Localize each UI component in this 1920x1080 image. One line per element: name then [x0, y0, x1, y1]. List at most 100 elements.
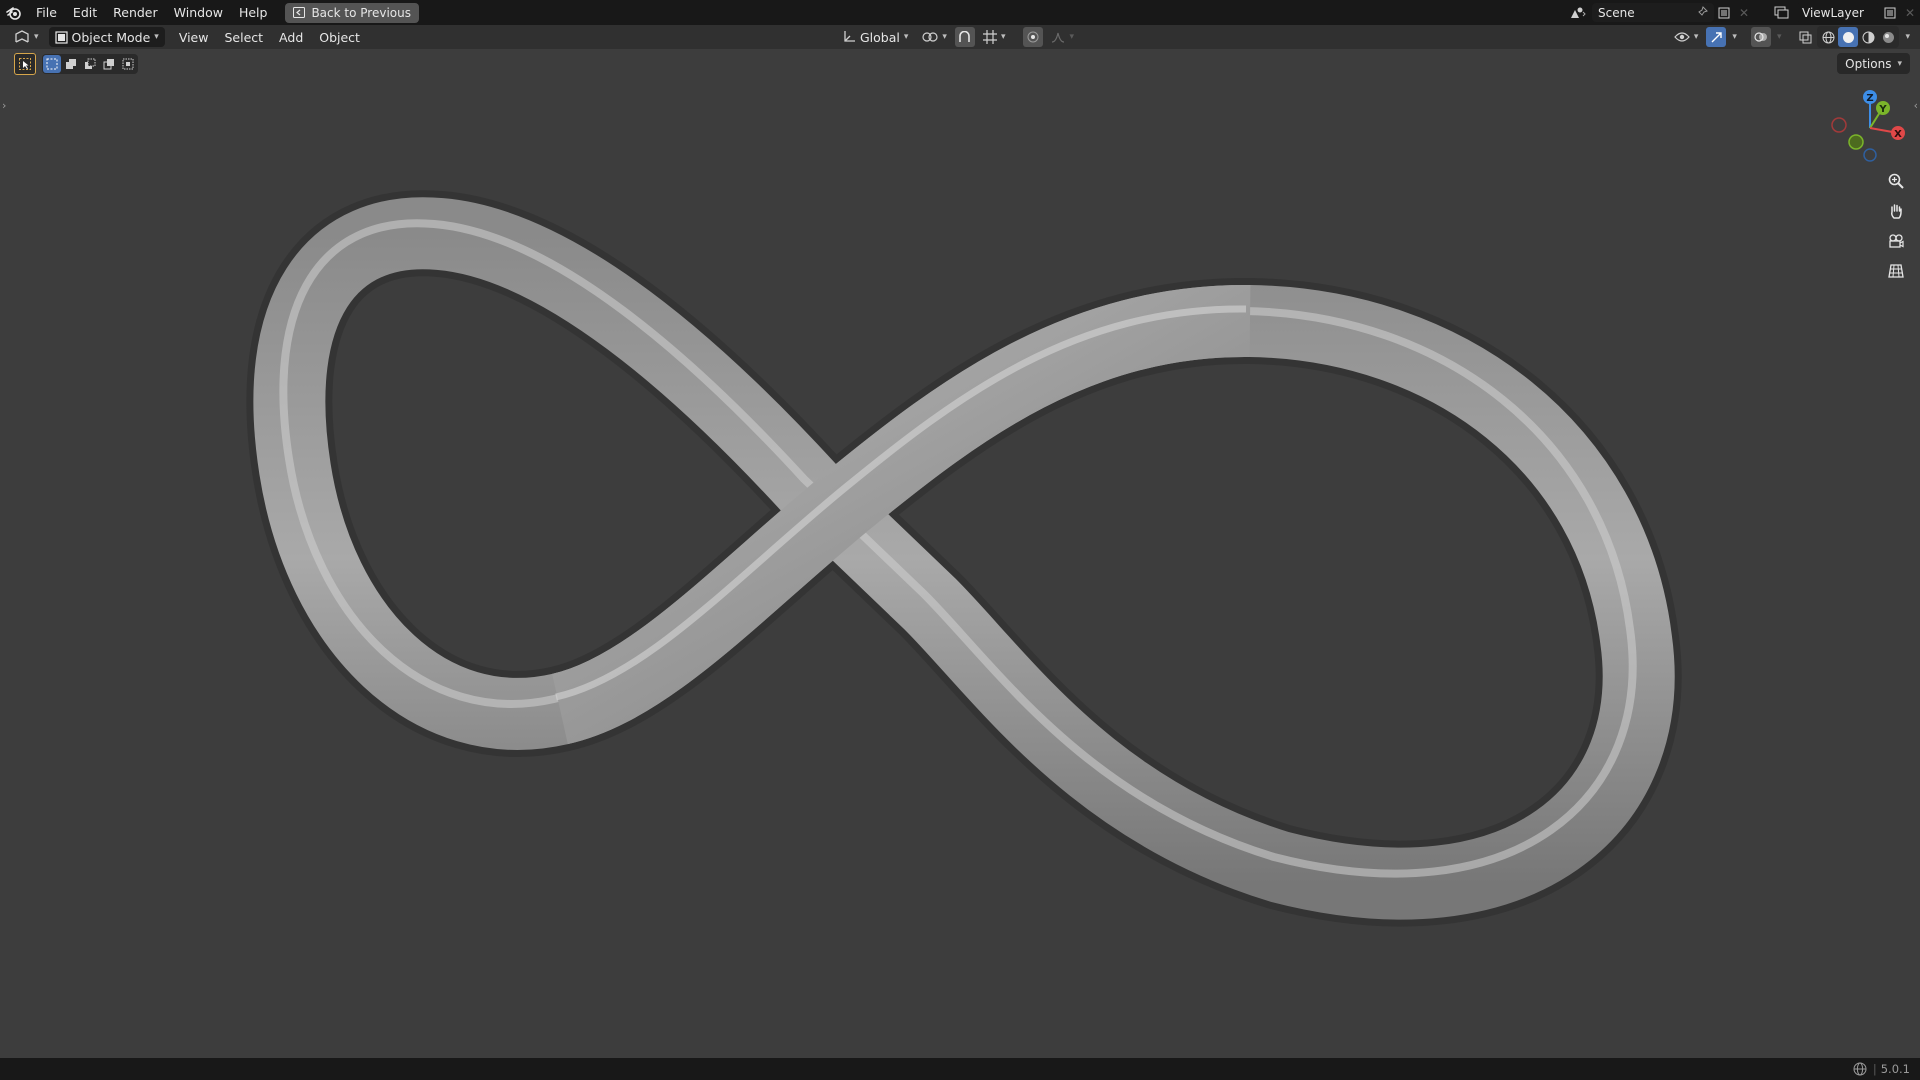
- tool-settings-row: [14, 52, 138, 76]
- select-extend-icon: [66, 59, 76, 69]
- snap-toggle[interactable]: [954, 27, 975, 47]
- back-button-label: Back to Previous: [311, 5, 411, 20]
- zoom-icon: [1888, 173, 1904, 189]
- viewport-display-tools: ▾ ▾ ▾ ▾: [1668, 25, 1920, 49]
- chevron-down-icon: ▾: [1000, 32, 1006, 42]
- visibility-dropdown[interactable]: ▾: [1668, 27, 1705, 47]
- object-mode-icon: [54, 30, 68, 44]
- menu-render[interactable]: Render: [105, 2, 166, 24]
- globe-icon[interactable]: [1853, 1062, 1867, 1076]
- pivot-dropdown[interactable]: ▾: [916, 27, 953, 47]
- status-bar: | 5.0.1: [0, 1058, 1920, 1080]
- solid-shading-button[interactable]: [1838, 27, 1859, 47]
- toolbar-expand-arrow[interactable]: ›: [2, 99, 6, 112]
- wireframe-shading-icon: [1822, 31, 1835, 43]
- transform-tools: Global ▾ ▾ ▾ ▾: [836, 25, 1080, 49]
- pan-hand-icon: [1891, 204, 1902, 219]
- transform-orientation-dropdown[interactable]: Global ▾: [836, 27, 914, 47]
- select-intersect-icon: [122, 58, 134, 70]
- editor-type-icon: [15, 30, 29, 43]
- chevron-down-icon: ▾: [1897, 58, 1902, 69]
- gizmo-x-label: X: [1894, 129, 1902, 140]
- select-tool-button[interactable]: [14, 53, 36, 75]
- infinity-loop-mesh[interactable]: [0, 49, 1920, 1058]
- material-shading-button[interactable]: [1858, 27, 1878, 47]
- gizmo-y-label: Y: [1878, 104, 1887, 115]
- back-icon: [293, 7, 306, 18]
- proportional-falloff-dropdown[interactable]: ▾: [1045, 27, 1080, 47]
- rendered-shading-icon: [1882, 31, 1894, 43]
- menu-select[interactable]: Select: [216, 30, 271, 45]
- menu-help[interactable]: Help: [231, 2, 276, 24]
- chevron-down-icon: ▾: [903, 32, 909, 42]
- mode-dropdown[interactable]: Object Mode ▾: [48, 27, 165, 47]
- camera-icon: [1889, 234, 1904, 248]
- scene-icon[interactable]: [1564, 3, 1592, 23]
- new-icon[interactable]: [1880, 3, 1900, 23]
- close-icon[interactable]: ✕: [1734, 3, 1754, 23]
- pin-icon[interactable]: [1697, 5, 1708, 20]
- top-right-controls: Scene ✕ ViewLayer ✕: [1564, 0, 1920, 25]
- back-to-previous-button[interactable]: Back to Previous: [285, 2, 419, 23]
- select-new-icon: [46, 58, 58, 70]
- version-label: 5.0.1: [1880, 1062, 1910, 1076]
- select-intersect-mode[interactable]: [119, 55, 137, 73]
- xray-toggle[interactable]: [1795, 27, 1815, 47]
- select-subtract-mode[interactable]: [81, 55, 99, 73]
- top-bar: File Edit Render Window Help Back to Pre…: [0, 0, 1920, 25]
- menu-edit[interactable]: Edit: [65, 2, 105, 24]
- scene-name: Scene: [1598, 5, 1635, 20]
- pivot-icon: [922, 32, 939, 42]
- chevron-down-icon: ▾: [1069, 32, 1074, 42]
- overlay-toggle[interactable]: [1750, 27, 1771, 47]
- chevron-down-icon: ▾: [1693, 32, 1699, 42]
- blender-logo-icon[interactable]: [0, 0, 28, 25]
- rendered-shading-button[interactable]: [1878, 27, 1898, 47]
- proportional-toggle[interactable]: [1023, 27, 1044, 47]
- snap-target-icon: [982, 30, 997, 44]
- menu-add[interactable]: Add: [271, 30, 311, 45]
- select-invert-icon: [103, 59, 114, 70]
- select-tool-icon: [19, 58, 31, 70]
- chevron-down-icon[interactable]: ▾: [1773, 32, 1786, 42]
- visibility-icon: [1674, 32, 1690, 42]
- chevron-down-icon: ▾: [154, 32, 159, 42]
- ortho-toggle-button[interactable]: [1882, 257, 1910, 285]
- select-new-mode[interactable]: [43, 55, 61, 73]
- menu-file[interactable]: File: [28, 2, 65, 24]
- select-extend-mode[interactable]: [62, 55, 80, 73]
- view-layer-field[interactable]: ViewLayer: [1796, 3, 1880, 22]
- chevron-down-icon: ▾: [942, 32, 947, 42]
- chevron-down-icon[interactable]: ▾: [1901, 32, 1914, 42]
- menu-object[interactable]: Object: [311, 30, 368, 45]
- material-shading-icon: [1862, 31, 1875, 43]
- zoom-button[interactable]: [1882, 167, 1910, 195]
- navigation-gizmo[interactable]: Z Y X: [1830, 88, 1910, 168]
- view-layer-name: ViewLayer: [1802, 5, 1864, 20]
- overlay-icon: [1754, 32, 1767, 42]
- menu-window[interactable]: Window: [166, 2, 231, 24]
- camera-view-button[interactable]: [1882, 227, 1910, 255]
- gizmo-z-label: Z: [1866, 93, 1873, 104]
- pan-button[interactable]: [1882, 197, 1910, 225]
- chevron-down-icon[interactable]: ▾: [1728, 32, 1741, 42]
- shading-mode-group: [1817, 26, 1900, 48]
- gizmo-icon: [1711, 31, 1722, 42]
- selection-mode-group: [42, 54, 138, 74]
- scene-name-field[interactable]: Scene: [1592, 3, 1714, 22]
- editor-type-dropdown[interactable]: ▾: [8, 27, 45, 47]
- mode-label: Object Mode: [71, 29, 151, 45]
- close-icon[interactable]: ✕: [1900, 3, 1920, 23]
- 3d-viewport[interactable]: › ‹ Z Y X: [0, 49, 1920, 1058]
- menu-view[interactable]: View: [171, 30, 217, 45]
- xray-icon: [1799, 31, 1812, 43]
- options-dropdown[interactable]: Options ▾: [1837, 53, 1910, 74]
- wireframe-shading-button[interactable]: [1818, 27, 1838, 47]
- new-icon[interactable]: [1714, 3, 1734, 23]
- sidebar-expand-arrow[interactable]: ‹: [1914, 99, 1918, 112]
- viewlayer-icon[interactable]: [1768, 3, 1796, 23]
- gizmo-toggle[interactable]: [1706, 27, 1727, 47]
- snap-target-dropdown[interactable]: ▾: [977, 27, 1012, 47]
- falloff-curve-icon: [1052, 32, 1065, 43]
- select-invert-mode[interactable]: [100, 55, 118, 73]
